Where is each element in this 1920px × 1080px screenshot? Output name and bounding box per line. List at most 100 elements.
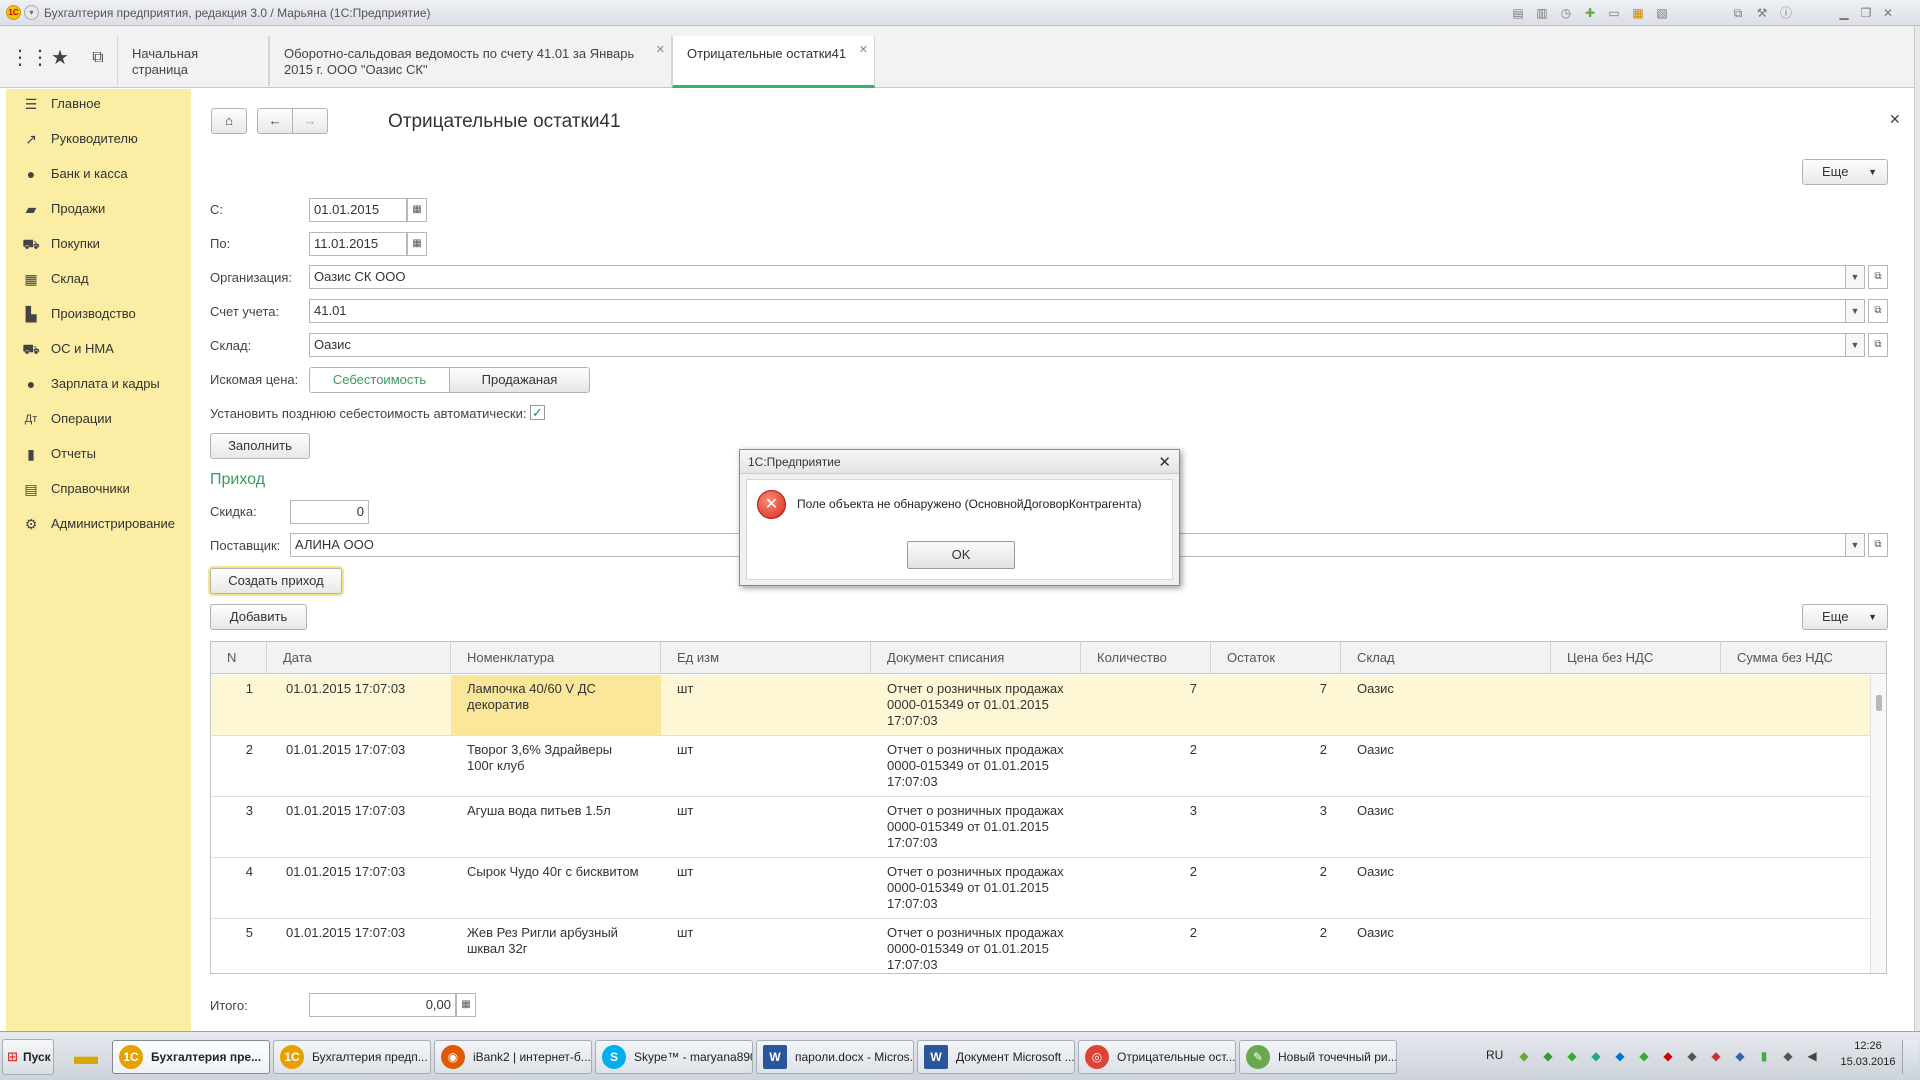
- taskbar-item-1c-active[interactable]: 1С Бухгалтерия пре...: [112, 1040, 270, 1074]
- taskbar-item-1c[interactable]: 1С Бухгалтерия предп...: [273, 1040, 431, 1074]
- calendar-icon[interactable]: ▦: [407, 232, 427, 256]
- fill-button[interactable]: Заполнить: [210, 433, 310, 459]
- calculator-icon[interactable]: ▦: [456, 993, 476, 1017]
- dropdown-icon[interactable]: ▼: [1845, 265, 1865, 289]
- more-button[interactable]: Еще ▼: [1802, 159, 1888, 185]
- history-pages-icon[interactable]: ⧉: [84, 46, 112, 70]
- tray-app-icon[interactable]: ◆: [1684, 1048, 1700, 1064]
- calendar-icon[interactable]: ▦: [407, 198, 427, 222]
- language-indicator[interactable]: RU: [1486, 1048, 1503, 1062]
- sidebar-item-salary[interactable]: ● Зарплата и кадры: [6, 369, 191, 399]
- account-field[interactable]: 41.01: [309, 299, 1846, 323]
- taskbar-item-word-2[interactable]: W Документ Microsoft ...: [917, 1040, 1075, 1074]
- dropdown-icon[interactable]: ▼: [1845, 333, 1865, 357]
- save-icon[interactable]: ▥: [1534, 5, 1550, 21]
- add-button[interactable]: Добавить: [210, 604, 307, 630]
- sidebar-item-reports[interactable]: ▮ Отчеты: [6, 439, 191, 469]
- print-icon[interactable]: ▤: [1510, 5, 1526, 21]
- dropdown-icon[interactable]: ▼: [1845, 533, 1865, 557]
- favorites-star-icon[interactable]: ★: [46, 46, 74, 70]
- home-button[interactable]: ⌂: [211, 108, 247, 134]
- clock[interactable]: 12:26 15.03.2016: [1838, 1038, 1898, 1070]
- taskbar-item-word-1[interactable]: Wпароли.docx - Micros...: [756, 1040, 914, 1074]
- close-window-icon[interactable]: ✕: [1880, 5, 1896, 21]
- table-row[interactable]: 5 01.01.2015 17:07:03 Жев Рез Ригли арбу…: [211, 919, 1871, 973]
- sidebar-item-production[interactable]: ▙ Производство: [6, 299, 191, 329]
- sidebar-item-warehouse[interactable]: ▦ Склад: [6, 264, 191, 294]
- column-header-sum[interactable]: Сумма без НДС: [1721, 642, 1886, 674]
- table-more-button[interactable]: Еще ▼: [1802, 604, 1888, 630]
- windows-icon[interactable]: ⧉: [1730, 5, 1746, 21]
- network-icon[interactable]: ▮: [1756, 1048, 1772, 1064]
- window-menu-icon[interactable]: ▾: [24, 5, 39, 20]
- tab-negative-balances[interactable]: Отрицательные остатки41 ✕: [672, 36, 875, 88]
- tray-app-icon[interactable]: ◆: [1636, 1048, 1652, 1064]
- column-header-price[interactable]: Цена без НДС: [1551, 642, 1721, 674]
- organization-field[interactable]: Оазис СК ООО: [309, 265, 1846, 289]
- table-scrollbar[interactable]: [1870, 675, 1886, 973]
- tray-app-icon[interactable]: ◆: [1780, 1048, 1796, 1064]
- tray-app-icon[interactable]: ◆: [1708, 1048, 1724, 1064]
- calculator-icon[interactable]: ▦: [1630, 5, 1646, 21]
- column-header-date[interactable]: Дата: [267, 642, 451, 674]
- sidebar-item-main[interactable]: ☰ Главное: [6, 89, 191, 119]
- scrollbar-thumb[interactable]: [1876, 695, 1882, 711]
- table-row[interactable]: 4 01.01.2015 17:07:03 Сырок Чудо 40г с б…: [211, 858, 1871, 919]
- minimize-icon[interactable]: ▁: [1836, 5, 1852, 21]
- tray-app-icon[interactable]: ◆: [1588, 1048, 1604, 1064]
- tab-close-icon[interactable]: ✕: [859, 42, 868, 58]
- sidebar-item-purchases[interactable]: ⛟ Покупки: [6, 229, 191, 259]
- column-header-n[interactable]: N: [211, 642, 267, 674]
- info-icon[interactable]: ⓘ: [1778, 5, 1794, 21]
- open-icon[interactable]: ⧉: [1868, 533, 1888, 557]
- column-header-document[interactable]: Документ списания: [871, 642, 1081, 674]
- dropdown-icon[interactable]: ▼: [1845, 299, 1865, 323]
- back-button[interactable]: ←: [257, 108, 293, 134]
- column-header-warehouse[interactable]: Склад: [1341, 642, 1551, 674]
- dialog-ok-button[interactable]: OK: [907, 541, 1015, 569]
- tray-app-icon[interactable]: ◆: [1732, 1048, 1748, 1064]
- restore-icon[interactable]: ❐: [1858, 5, 1874, 21]
- taskbar-item-skype[interactable]: S Skype™ - maryana8907: [595, 1040, 753, 1074]
- column-header-unit[interactable]: Ед изм: [661, 642, 871, 674]
- create-income-button[interactable]: Создать приход: [210, 568, 342, 594]
- open-icon[interactable]: ⧉: [1868, 333, 1888, 357]
- sidebar-item-bank[interactable]: ● Банк и касса: [6, 159, 191, 189]
- tab-close-icon[interactable]: ✕: [656, 42, 665, 58]
- forward-button[interactable]: →: [292, 108, 328, 134]
- tray-app-icon[interactable]: ◆: [1516, 1048, 1532, 1064]
- tray-app-icon[interactable]: ◆: [1660, 1048, 1676, 1064]
- open-icon[interactable]: ⧉: [1868, 299, 1888, 323]
- discount-field[interactable]: 0: [290, 500, 369, 524]
- start-button[interactable]: ⊞ Пуск: [2, 1039, 54, 1075]
- link-icon[interactable]: ▭: [1606, 5, 1622, 21]
- close-form-icon[interactable]: ✕: [1889, 111, 1901, 128]
- auto-cost-checkbox[interactable]: ✓: [530, 405, 545, 420]
- open-icon[interactable]: ⧉: [1868, 265, 1888, 289]
- tools-icon[interactable]: ⚒: [1754, 5, 1770, 21]
- favorites-add-icon[interactable]: ✚: [1582, 5, 1598, 21]
- taskbar-item-firefox[interactable]: ◉ iBank2 | интернет-б...: [434, 1040, 592, 1074]
- sidebar-item-admin[interactable]: ⚙ Администрирование: [6, 509, 191, 539]
- tray-app-icon[interactable]: ◆: [1540, 1048, 1556, 1064]
- tab-turnover-sheet[interactable]: Оборотно-сальдовая ведомость по счету 41…: [269, 36, 672, 86]
- warehouse-field[interactable]: Оазис: [309, 333, 1846, 357]
- folder-icon[interactable]: ▬: [66, 1040, 106, 1074]
- price-option-cost[interactable]: Себестоимость: [309, 367, 450, 393]
- sidebar-item-sales[interactable]: ▰ Продажи: [6, 194, 191, 224]
- sidebar-item-manager[interactable]: ↗ Руководителю: [6, 124, 191, 154]
- sidebar-item-catalogs[interactable]: ▤ Справочники: [6, 474, 191, 504]
- price-option-sale[interactable]: Продажаная: [449, 367, 590, 393]
- apps-grid-icon[interactable]: ⋮⋮: [10, 46, 50, 70]
- taskbar-item-chrome[interactable]: ◎ Отрицательные ост...: [1078, 1040, 1236, 1074]
- column-header-quantity[interactable]: Количество: [1081, 642, 1211, 674]
- show-desktop-button[interactable]: [1902, 1040, 1918, 1074]
- from-date-field[interactable]: 01.01.2015: [309, 198, 407, 222]
- table-row[interactable]: 3 01.01.2015 17:07:03 Агуша вода питьев …: [211, 797, 1871, 858]
- tab-home[interactable]: Начальная страница: [117, 36, 269, 86]
- sidebar-item-operations[interactable]: Дт Операции: [6, 404, 191, 434]
- to-date-field[interactable]: 11.01.2015: [309, 232, 407, 256]
- table-row[interactable]: 1 01.01.2015 17:07:03 Лампочка 40/60 V Д…: [211, 675, 1871, 736]
- dialog-close-icon[interactable]: ✕: [1158, 453, 1171, 471]
- table-row[interactable]: 2 01.01.2015 17:07:03 Творог 3,6% Здрайв…: [211, 736, 1871, 797]
